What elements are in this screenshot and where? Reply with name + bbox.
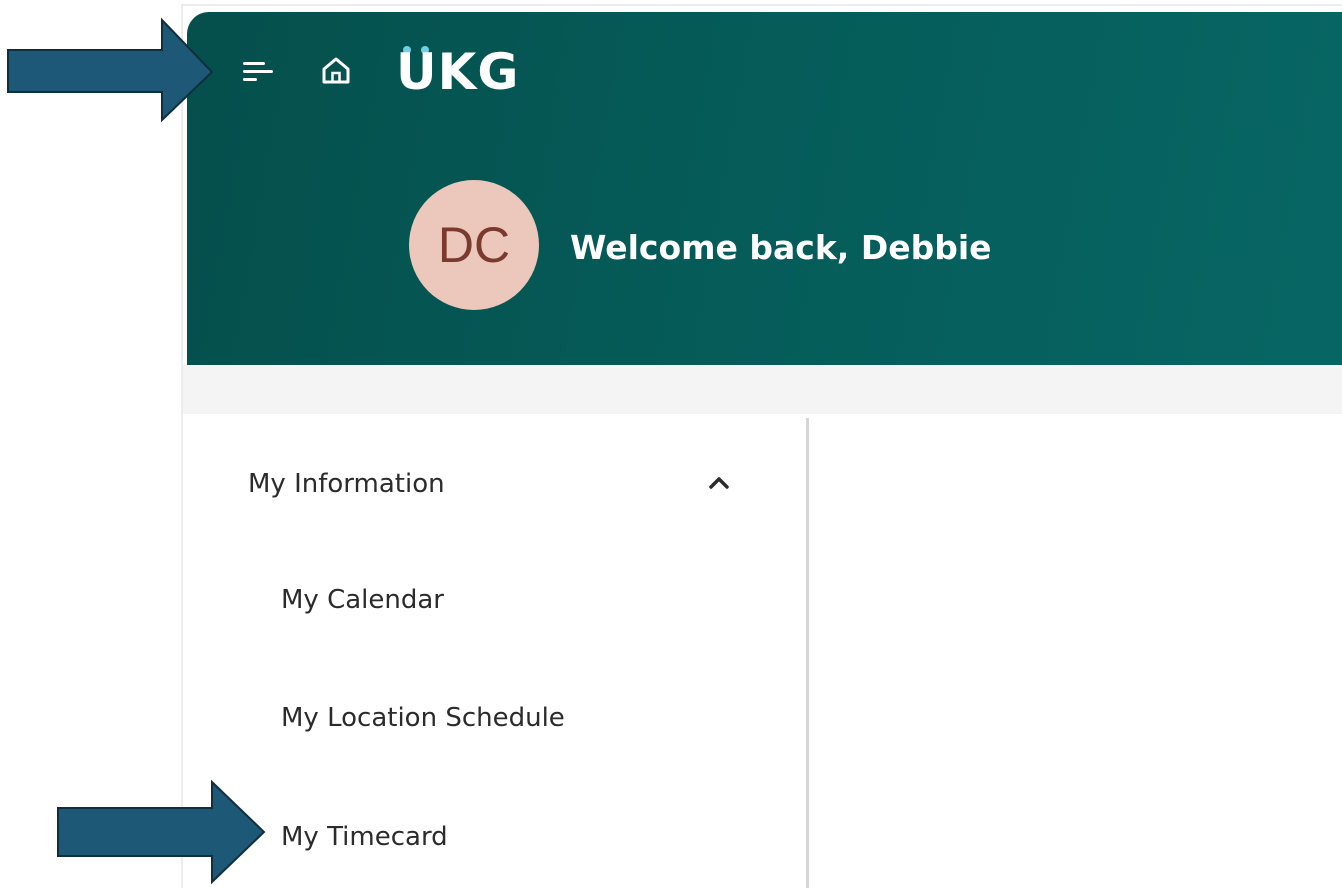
logo-text: UKG bbox=[396, 43, 520, 101]
home-icon[interactable] bbox=[319, 54, 353, 86]
chevron-up-icon[interactable] bbox=[706, 472, 732, 494]
sidebar-item-my-timecard[interactable]: My Timecard bbox=[281, 815, 701, 859]
ukg-logo[interactable]: UKG bbox=[396, 42, 556, 102]
section-label: My Information bbox=[248, 469, 445, 499]
header-subbar bbox=[183, 365, 1342, 414]
welcome-message: Welcome back, Debbie bbox=[570, 228, 992, 267]
section-my-information[interactable]: My Information bbox=[248, 462, 738, 506]
annotation-arrow-icon bbox=[7, 17, 214, 123]
avatar[interactable]: DC bbox=[409, 180, 539, 310]
annotation-arrow-icon bbox=[57, 779, 266, 885]
hamburger-menu-icon[interactable] bbox=[241, 56, 275, 86]
sidebar-item-my-location-schedule[interactable]: My Location Schedule bbox=[281, 696, 701, 740]
app-header: UKG DC Welcome back, Debbie bbox=[187, 12, 1342, 365]
avatar-initials: DC bbox=[437, 217, 511, 273]
page: UKG DC Welcome back, Debbie My Informati… bbox=[0, 0, 1342, 888]
sidebar-divider bbox=[806, 418, 809, 888]
sidebar-item-my-calendar[interactable]: My Calendar bbox=[281, 578, 701, 622]
